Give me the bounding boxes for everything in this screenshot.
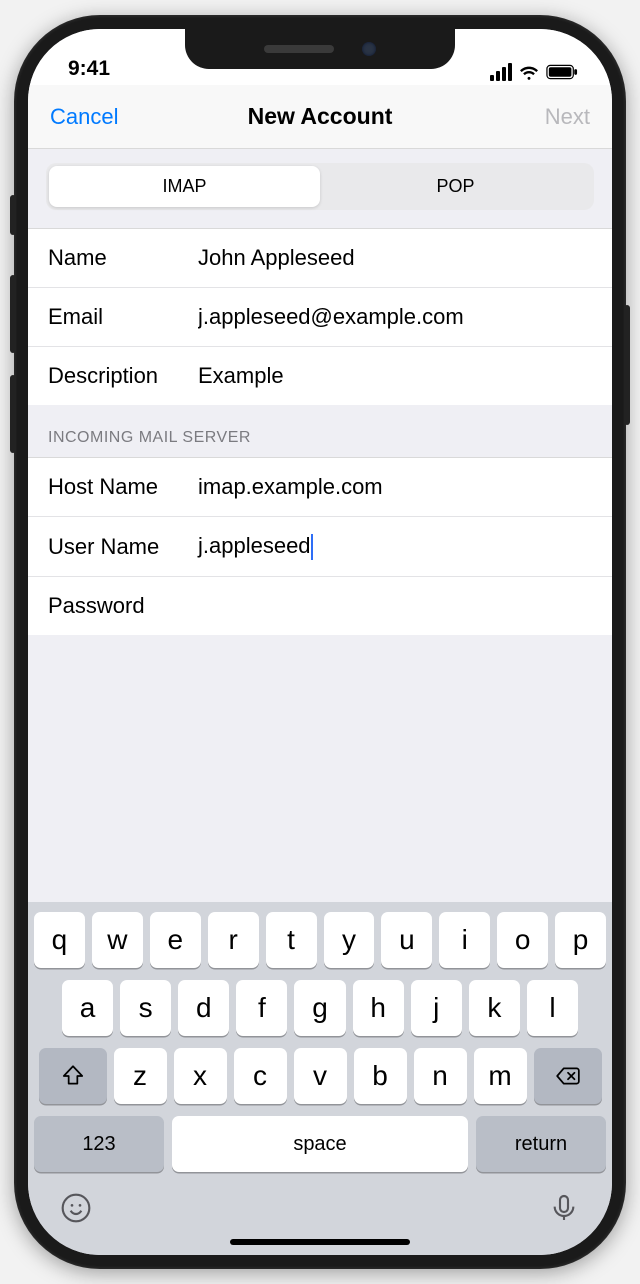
- password-field[interactable]: [198, 593, 592, 619]
- email-label: Email: [48, 304, 198, 330]
- username-field[interactable]: j.appleseed: [198, 533, 311, 558]
- key-n[interactable]: n: [414, 1048, 467, 1104]
- page-title: New Account: [248, 103, 393, 130]
- battery-icon: [546, 64, 578, 80]
- navbar: Cancel New Account Next: [28, 85, 612, 149]
- key-c[interactable]: c: [234, 1048, 287, 1104]
- key-m[interactable]: m: [474, 1048, 527, 1104]
- key-h[interactable]: h: [353, 980, 404, 1036]
- emoji-key[interactable]: [60, 1192, 92, 1229]
- key-q[interactable]: q: [34, 912, 85, 968]
- hostname-label: Host Name: [48, 474, 198, 500]
- key-u[interactable]: u: [381, 912, 432, 968]
- name-label: Name: [48, 245, 198, 271]
- keyboard-row-3: zxcvbnm: [34, 1048, 606, 1104]
- tab-imap[interactable]: IMAP: [49, 166, 320, 207]
- key-t[interactable]: t: [266, 912, 317, 968]
- key-e[interactable]: e: [150, 912, 201, 968]
- screen: 9:41 Cancel New Account Next IMAP: [28, 29, 612, 1255]
- home-indicator: [230, 1239, 410, 1245]
- key-d[interactable]: d: [178, 980, 229, 1036]
- keyboard: qwertyuiop asdfghjkl zxcvbnm 123 space r…: [28, 902, 612, 1255]
- phone-frame: 9:41 Cancel New Account Next IMAP: [14, 15, 626, 1269]
- name-field[interactable]: [198, 245, 592, 271]
- protocol-segmented-control: IMAP POP: [28, 149, 612, 229]
- key-o[interactable]: o: [497, 912, 548, 968]
- key-p[interactable]: p: [555, 912, 606, 968]
- shift-key[interactable]: [39, 1048, 107, 1104]
- text-cursor: [311, 534, 313, 560]
- space-key[interactable]: space: [172, 1116, 468, 1172]
- key-a[interactable]: a: [62, 980, 113, 1036]
- password-label: Password: [48, 593, 198, 619]
- key-f[interactable]: f: [236, 980, 287, 1036]
- cellular-icon: [490, 63, 512, 81]
- key-w[interactable]: w: [92, 912, 143, 968]
- tab-pop[interactable]: POP: [320, 166, 591, 207]
- numbers-key[interactable]: 123: [34, 1116, 164, 1172]
- key-y[interactable]: y: [324, 912, 375, 968]
- key-i[interactable]: i: [439, 912, 490, 968]
- key-r[interactable]: r: [208, 912, 259, 968]
- username-label: User Name: [48, 534, 198, 560]
- key-z[interactable]: z: [114, 1048, 167, 1104]
- key-g[interactable]: g: [294, 980, 345, 1036]
- cancel-button[interactable]: Cancel: [50, 104, 140, 130]
- incoming-server-group: Host Name User Name j.appleseed Password: [28, 458, 612, 635]
- delete-key[interactable]: [534, 1048, 602, 1104]
- key-k[interactable]: k: [469, 980, 520, 1036]
- hostname-field[interactable]: [198, 474, 592, 500]
- description-label: Description: [48, 363, 198, 389]
- email-field[interactable]: [198, 304, 592, 330]
- key-j[interactable]: j: [411, 980, 462, 1036]
- status-time: 9:41: [68, 57, 110, 81]
- notch: [185, 29, 455, 69]
- key-l[interactable]: l: [527, 980, 578, 1036]
- key-s[interactable]: s: [120, 980, 171, 1036]
- account-info-group: Name Email Description: [28, 229, 612, 405]
- wifi-icon: [518, 63, 540, 81]
- keyboard-row-2: asdfghjkl: [34, 980, 606, 1036]
- keyboard-row-1: qwertyuiop: [34, 912, 606, 968]
- description-field[interactable]: [198, 363, 592, 389]
- dictation-key[interactable]: [548, 1192, 580, 1229]
- return-key[interactable]: return: [476, 1116, 606, 1172]
- key-v[interactable]: v: [294, 1048, 347, 1104]
- incoming-server-header: INCOMING MAIL SERVER: [28, 405, 612, 458]
- key-x[interactable]: x: [174, 1048, 227, 1104]
- next-button[interactable]: Next: [500, 104, 590, 130]
- key-b[interactable]: b: [354, 1048, 407, 1104]
